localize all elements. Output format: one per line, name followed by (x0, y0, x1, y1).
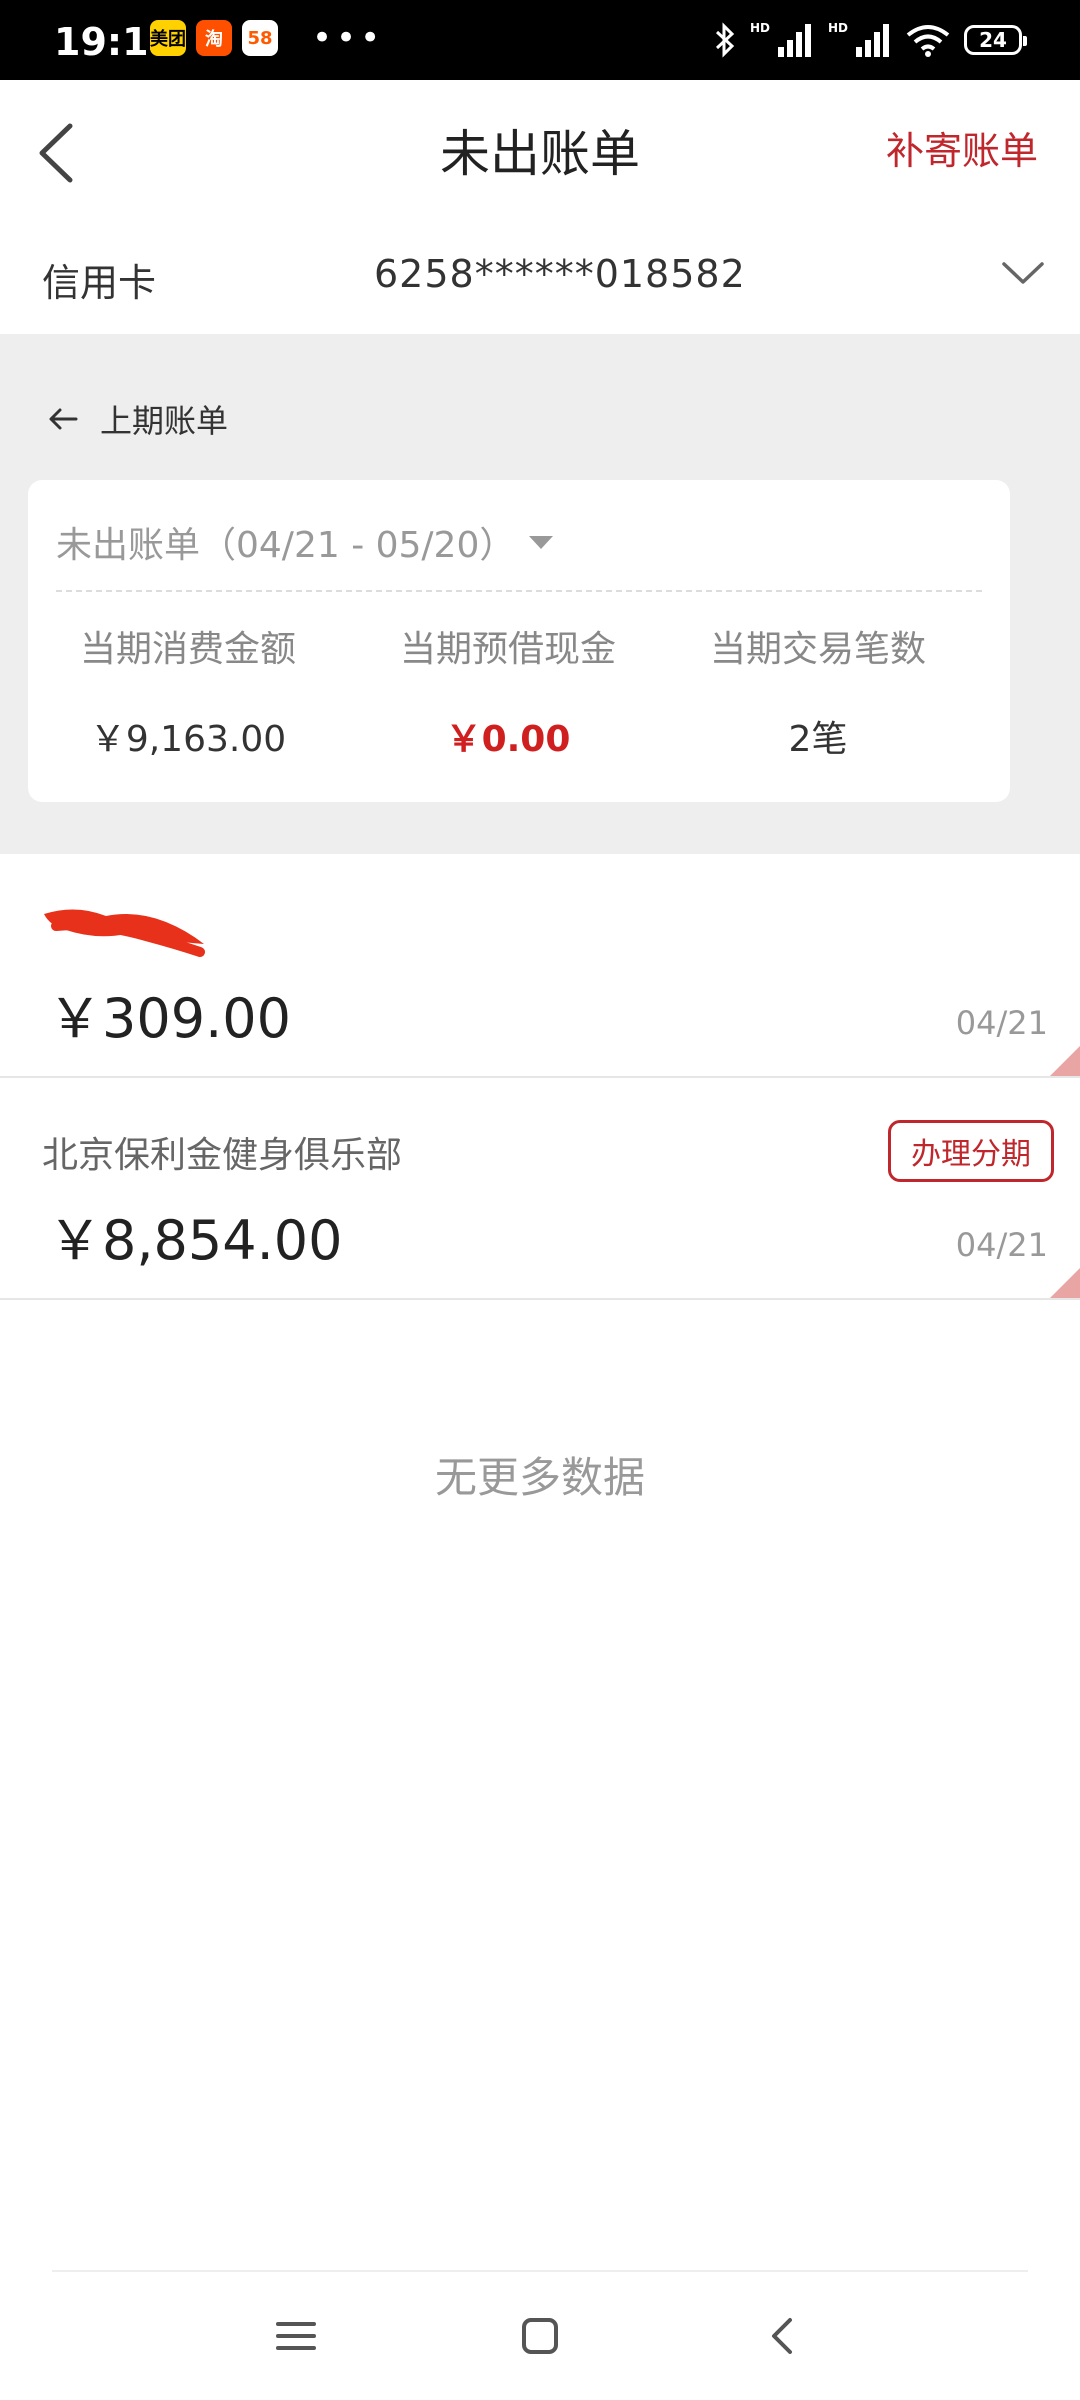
signal-icon (777, 24, 811, 57)
chevron-down-icon[interactable] (998, 254, 1048, 294)
corner-marker (1050, 1268, 1080, 1298)
divider (56, 590, 982, 592)
redaction-scribble (44, 909, 205, 957)
taobao-icon: 淘 (196, 20, 232, 56)
summary-card: 未出账单（04/21 - 05/20） 当期消费金额 ￥9,163.00 当期预… (28, 480, 1010, 802)
card-type-label: 信用卡 (42, 261, 157, 305)
bill-summary-section: 上期账单 未出账单（04/21 - 05/20） 当期消费金额 ￥9,163.0… (0, 334, 1080, 854)
transaction-amount: ￥8,854.00 (48, 1209, 343, 1272)
signal-icon-2 (856, 24, 889, 57)
system-navigation-bar (0, 2300, 1080, 2370)
stat-label: 当期消费金额 (79, 629, 296, 670)
stat-label: 当期交易笔数 (709, 629, 926, 670)
installment-button[interactable]: 办理分期 (888, 1120, 1054, 1182)
status-bar: 19:14 美团 淘 58 ••• HD HD 24 (0, 0, 1080, 80)
battery-icon: 24 (964, 25, 1027, 55)
home-icon[interactable] (510, 2306, 570, 2366)
merchant-name: 北京保利金健身俱乐部 (42, 1135, 403, 1176)
reissue-statement-button[interactable]: 补寄账单 (886, 120, 1038, 175)
card-selector[interactable]: 信用卡 6258******018582 (0, 218, 1080, 334)
stat-value: 2笔 (788, 719, 848, 760)
previous-bill-label: 上期账单 (100, 402, 229, 440)
period-selector[interactable]: 未出账单（04/21 - 05/20） (56, 516, 554, 568)
caret-down-icon (529, 535, 554, 549)
hd-label: HD (749, 21, 770, 35)
more-notifications-icon: ••• (312, 18, 385, 58)
stat-label: 当期预借现金 (399, 629, 616, 670)
bluetooth-icon (715, 22, 735, 58)
period-label: 未出账单（04/21 - 05/20） (56, 525, 516, 566)
corner-marker (1050, 1046, 1080, 1076)
arrow-left-icon (49, 408, 78, 430)
stat-spending: 当期消费金额 ￥9,163.00 (28, 620, 348, 762)
back-icon[interactable] (754, 2306, 814, 2366)
transaction-amount: ￥309.00 (48, 987, 291, 1050)
stat-cash-advance: 当期预借现金 ￥0.00 (348, 620, 668, 762)
top-app-bar: 未出账单 补寄账单 (0, 80, 1080, 218)
card-number: 6258******018582 (374, 252, 746, 296)
stat-value: ￥9,163.00 (89, 719, 287, 760)
notification-app-icons: 美团 淘 58 (150, 20, 278, 56)
58-icon: 58 (242, 20, 278, 56)
transaction-row[interactable]: ￥309.00 04/21 (0, 856, 1080, 1078)
menu-icon[interactable] (266, 2306, 326, 2366)
status-indicators: HD HD 24 (714, 21, 1027, 58)
previous-bill-link[interactable]: 上期账单 (48, 396, 228, 442)
no-more-data-text: 无更多数据 (434, 1453, 645, 1502)
stat-transaction-count: 当期交易笔数 2笔 (658, 620, 978, 762)
hd-label-2: HD (827, 21, 848, 35)
stat-value: ￥0.00 (445, 719, 571, 760)
transaction-date: 04/21 (955, 1226, 1048, 1264)
transaction-row[interactable]: 北京保利金健身俱乐部 办理分期 ￥8,854.00 04/21 (0, 1078, 1080, 1300)
transaction-date: 04/21 (955, 1004, 1048, 1042)
nav-divider (52, 2270, 1028, 2272)
meituan-icon: 美团 (150, 20, 186, 56)
wifi-icon (906, 25, 950, 57)
